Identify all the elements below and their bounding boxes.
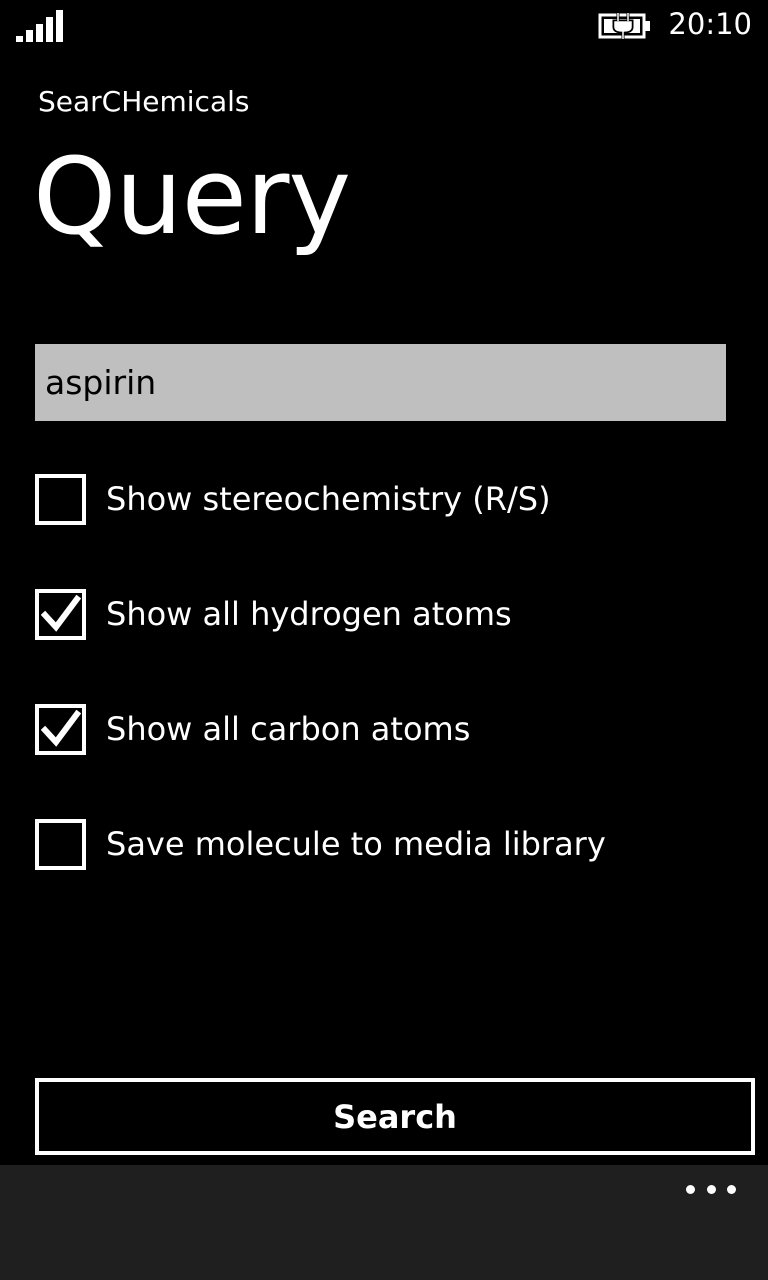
ellipsis-icon[interactable] (686, 1179, 736, 1199)
option-label: Show stereochemistry (R/S) (106, 480, 551, 518)
stereochemistry-checkbox[interactable] (35, 473, 86, 525)
hydrogen-checkbox[interactable] (35, 588, 86, 640)
option-show-carbon[interactable]: Show all carbon atoms (35, 701, 470, 757)
clock: 20:10 (668, 7, 752, 41)
checkmark-icon (41, 594, 81, 632)
option-show-hydrogen[interactable]: Show all hydrogen atoms (35, 586, 512, 642)
option-show-stereochemistry[interactable]: Show stereochemistry (R/S) (35, 471, 551, 527)
option-label: Show all carbon atoms (106, 710, 471, 748)
app-bar (0, 1165, 768, 1280)
save-media-checkbox[interactable] (35, 818, 86, 870)
signal-strength-icon (16, 10, 63, 42)
option-save-to-media-library[interactable]: Save molecule to media library (35, 816, 606, 872)
app-name: SearCHemicals (38, 85, 250, 118)
dot (727, 1184, 736, 1194)
query-input[interactable] (35, 344, 726, 421)
search-button[interactable]: Search (35, 1078, 755, 1155)
option-label: Show all hydrogen atoms (106, 595, 512, 633)
status-bar: 20:10 (0, 0, 768, 56)
dot (686, 1184, 695, 1194)
dot (706, 1184, 716, 1194)
checkmark-icon (41, 709, 81, 747)
option-label: Save molecule to media library (106, 825, 606, 863)
battery-charging-icon (598, 12, 650, 40)
carbon-checkbox[interactable] (35, 703, 86, 755)
page-title: Query (33, 135, 351, 258)
